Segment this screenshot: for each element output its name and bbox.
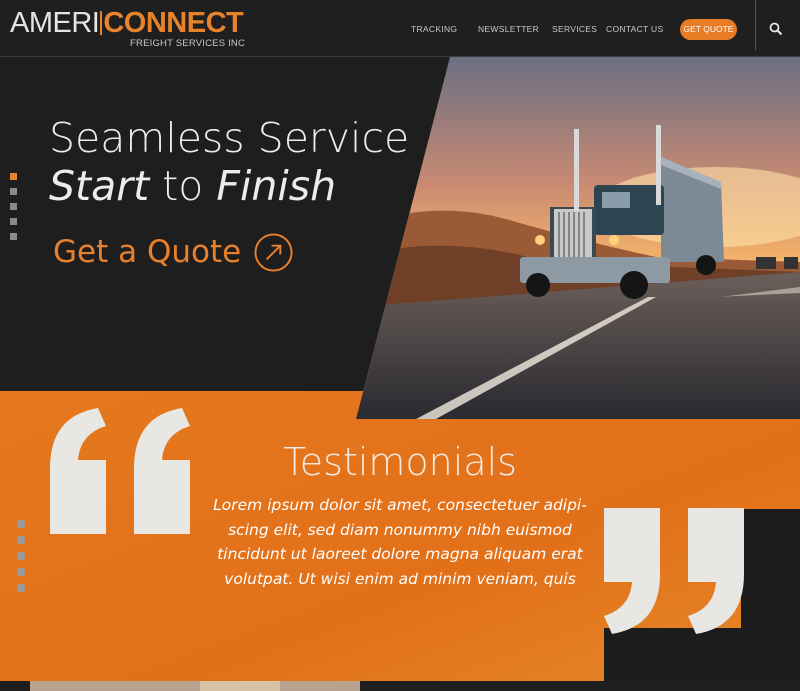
page: AMERI CONNECT FREIGHT SERVICES INC TRACKI… bbox=[0, 0, 800, 691]
hero-slide-dot-1[interactable] bbox=[10, 173, 17, 180]
hero-slide-indicators bbox=[10, 173, 17, 248]
close-quote-icon bbox=[604, 508, 744, 634]
nav-newsletter[interactable]: NEWSLETTER bbox=[478, 24, 539, 34]
hero-headline: Seamless Service Start to Finish bbox=[49, 114, 409, 210]
get-a-quote-link[interactable]: Get a Quote bbox=[53, 228, 293, 276]
hero-slide-dot-4[interactable] bbox=[10, 218, 17, 225]
testimonials-title: Testimonials bbox=[283, 440, 517, 484]
get-quote-button[interactable]: GET QUOTE bbox=[680, 19, 737, 40]
logo-text-ameri: AMERI bbox=[10, 7, 100, 39]
nav-tracking[interactable]: TRACKING bbox=[411, 24, 457, 34]
testimonial-dot-5[interactable] bbox=[17, 584, 25, 592]
nav-services[interactable]: SERVICES bbox=[552, 24, 597, 34]
arrow-up-right-icon bbox=[254, 232, 293, 272]
search-icon[interactable] bbox=[769, 22, 783, 36]
hero-slide-dot-3[interactable] bbox=[10, 203, 17, 210]
testimonial-dot-3[interactable] bbox=[17, 552, 25, 560]
nav-contact-us[interactable]: CONTACT US bbox=[606, 24, 663, 34]
hero-slide-dot-5[interactable] bbox=[10, 233, 17, 240]
testimonial-dot-1[interactable] bbox=[17, 520, 25, 528]
logo-tagline: FREIGHT SERVICES INC bbox=[130, 38, 246, 49]
brand-logo[interactable]: AMERI CONNECT FREIGHT SERVICES INC bbox=[10, 7, 245, 49]
header-divider bbox=[755, 0, 756, 50]
hero-headline-line2: Start to Finish bbox=[49, 162, 337, 210]
testimonial-dot-2[interactable] bbox=[17, 536, 25, 544]
site-header: AMERI CONNECT FREIGHT SERVICES INC TRACKI… bbox=[0, 0, 800, 57]
hero-truck-photo bbox=[356, 57, 800, 419]
testimonial-quote-text: Lorem ipsum dolor sit amet, consectetuer… bbox=[213, 496, 587, 588]
testimonial-dot-4[interactable] bbox=[17, 568, 25, 576]
get-a-quote-label: Get a Quote bbox=[53, 234, 242, 270]
testimonial-slide-indicators bbox=[17, 520, 25, 600]
next-section-photo-strip bbox=[0, 681, 800, 691]
hero-slide-dot-2[interactable] bbox=[10, 188, 17, 195]
hero-headline-line1: Seamless Service bbox=[49, 114, 410, 162]
logo-text-connect: CONNECT bbox=[103, 7, 244, 39]
